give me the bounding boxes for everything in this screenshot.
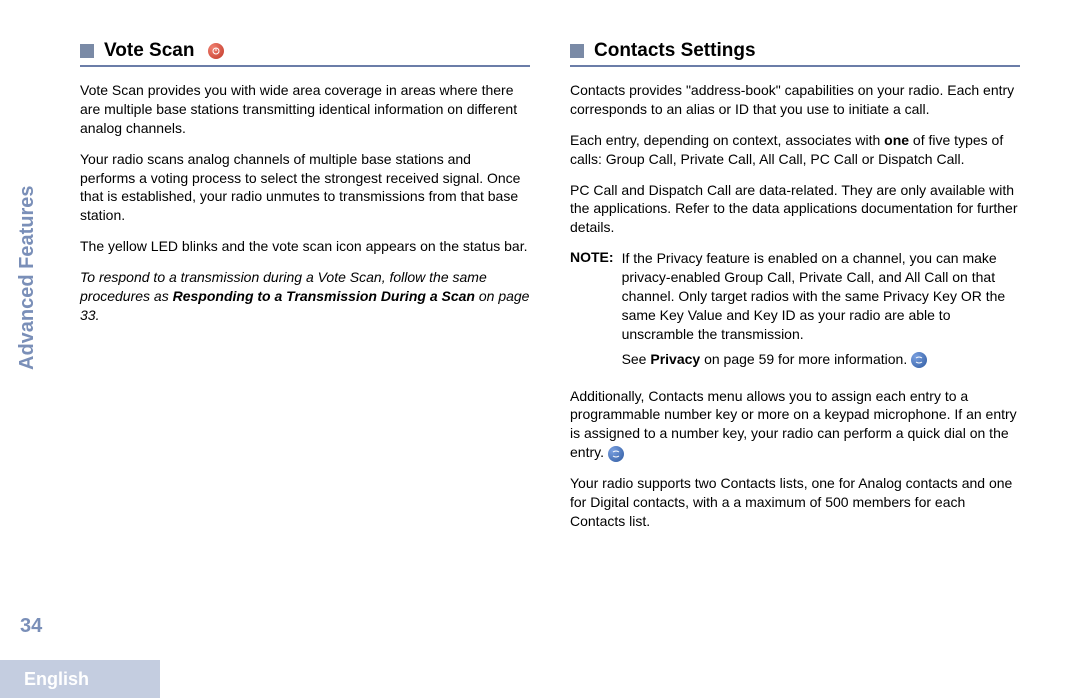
paragraph: PC Call and Dispatch Call are data-relat… xyxy=(570,181,1020,238)
text: on page 59 for more information. xyxy=(700,351,911,367)
paragraph: Your radio supports two Contacts lists, … xyxy=(570,474,1020,531)
left-column: Vote Scan Vote Scan provides you with wi… xyxy=(80,40,530,543)
text: Additionally, Contacts menu allows you t… xyxy=(570,388,1017,461)
page-content: Vote Scan Vote Scan provides you with wi… xyxy=(0,0,1080,583)
heading-title: Contacts Settings xyxy=(594,40,756,62)
text-bold: Responding to a Transmission During a Sc… xyxy=(173,288,475,304)
page-number: 34 xyxy=(20,615,42,638)
paragraph: Your radio scans analog channels of mult… xyxy=(80,150,530,226)
sidebar-section-label: Advanced Features xyxy=(16,185,39,370)
text-bold: one xyxy=(884,132,909,148)
note-content: If the Privacy feature is enabled on a c… xyxy=(622,249,1020,374)
heading-bullet-icon xyxy=(570,44,584,58)
text-bold: Privacy xyxy=(650,351,700,367)
note-label: NOTE: xyxy=(570,249,614,374)
paragraph: Additionally, Contacts menu allows you t… xyxy=(570,387,1020,463)
paragraph: Each entry, depending on context, associ… xyxy=(570,131,1020,169)
section-heading-vote-scan: Vote Scan xyxy=(80,40,530,67)
right-column: Contacts Settings Contacts provides "add… xyxy=(570,40,1020,543)
text: See xyxy=(622,351,651,367)
vote-scan-icon xyxy=(208,43,224,59)
info-icon xyxy=(608,446,624,462)
paragraph: The yellow LED blinks and the vote scan … xyxy=(80,237,530,256)
language-tab: English xyxy=(0,660,160,698)
note-block: NOTE: If the Privacy feature is enabled … xyxy=(570,249,1020,374)
text: Each entry, depending on context, associ… xyxy=(570,132,884,148)
paragraph-reference: To respond to a transmission during a Vo… xyxy=(80,268,530,325)
heading-bullet-icon xyxy=(80,44,94,58)
paragraph: Vote Scan provides you with wide area co… xyxy=(80,81,530,138)
info-icon xyxy=(911,352,927,368)
section-heading-contacts: Contacts Settings xyxy=(570,40,1020,67)
heading-title: Vote Scan xyxy=(104,40,194,62)
note-reference: See Privacy on page 59 for more informat… xyxy=(622,350,1020,369)
paragraph: Contacts provides "address-book" capabil… xyxy=(570,81,1020,119)
note-text: If the Privacy feature is enabled on a c… xyxy=(622,249,1020,343)
